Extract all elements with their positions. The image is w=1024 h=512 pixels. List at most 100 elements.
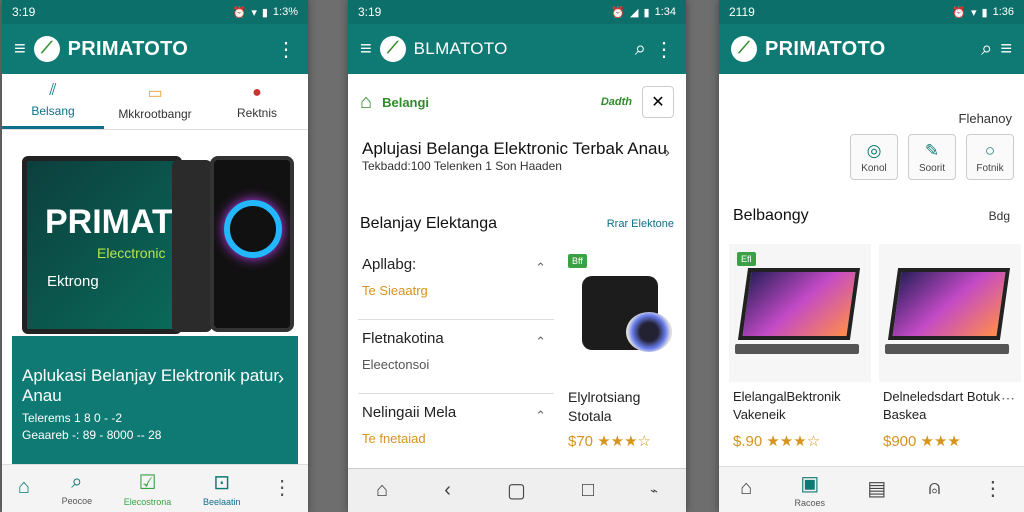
chevron-up-icon[interactable]: ⌃ — [535, 408, 546, 424]
house-icon: ⌂ — [360, 90, 373, 113]
product-price: $.90 ★★★☆ — [733, 433, 821, 450]
battery-icon: ▮ — [261, 6, 268, 19]
chip-konol[interactable]: ◎ Konol — [850, 134, 898, 180]
menu-icon[interactable]: ≡ — [360, 38, 372, 61]
nav-home[interactable]: ⌂ — [18, 476, 30, 501]
nav-notifications[interactable]: ⊡ Beelaatin — [203, 470, 241, 507]
wifi-icon: ▾ — [251, 6, 257, 19]
tab-rektnis[interactable]: ● Rektnis — [206, 74, 308, 129]
product-card[interactable]: Efl ElelangalBektronik Vakeneik $.90 ★★★… — [729, 244, 871, 466]
assistant-icon[interactable]: ⌁ — [650, 483, 658, 499]
list-item[interactable]: Apllabg: Te Sieaatrg ⌃ — [358, 246, 554, 320]
nav-wallet[interactable]: ▤ — [867, 476, 886, 503]
brand-right: Dadth — [600, 96, 632, 108]
close-icon[interactable]: ✕ — [642, 86, 674, 118]
logo-icon: ⟋ — [33, 36, 60, 62]
status-right: 1:3% — [272, 6, 298, 18]
chip-label: Soorit — [918, 162, 946, 174]
calendar-icon: ▣ — [800, 473, 820, 495]
product-title: Delneledsdart Botuk Baskea — [883, 389, 1001, 422]
chip-soorit[interactable]: ✎ Soorit — [908, 134, 956, 180]
nav-electronics[interactable]: ☑ Elecostrona — [124, 470, 172, 507]
chevron-up-icon[interactable]: ⌃ — [535, 260, 546, 276]
chip-fotnik[interactable]: ○ Fotnik — [966, 134, 1014, 180]
status-icons: ⏰ ▾ ▮ 1:36 — [952, 6, 1014, 19]
tab-label: Rektnis — [236, 105, 277, 120]
alarm-icon: ⏰ — [611, 6, 626, 19]
tab-belsang[interactable]: ⫽ Belsang — [2, 74, 104, 129]
tab-label: Mkkrootbangr — [118, 106, 192, 121]
tag-icon: ▭ — [147, 84, 163, 102]
chevron-right-icon[interactable]: › — [278, 368, 284, 389]
intro-title: Aplujasi Belanga Elektronic Terbak Anau — [362, 139, 667, 158]
category-tabs: ⫽ Belsang ▭ Mkkrootbangr ● Rektnis — [2, 74, 308, 130]
list-item[interactable]: Fletnakotina Eleectonsoi ⌃ — [358, 320, 554, 394]
section-link[interactable]: Bdg — [989, 209, 1010, 223]
section-header: Belbaongy Bdg — [719, 194, 1024, 238]
app-bar: ≡ ⟋ BLMATOTO ⌕ ⋮ — [348, 24, 686, 74]
list-item-sub: Eleectonsoi — [362, 357, 430, 372]
list-item-title: Fletnakotina — [362, 330, 444, 347]
nav-label: Racoes — [794, 498, 826, 508]
alarm-icon: ⏰ — [232, 6, 247, 19]
alarm-icon: ⏰ — [952, 6, 966, 19]
nav-profile[interactable]: ⍝ — [929, 477, 941, 502]
search-icon[interactable]: ⌕ — [981, 38, 992, 61]
more-horiz-icon[interactable]: ⋯ — [1001, 390, 1015, 407]
intro-card[interactable]: Aplujasi Belanga Elektronic Terbak Anau … — [348, 130, 686, 204]
menu-icon[interactable]: ≡ — [1000, 38, 1012, 61]
status-bar: 3:19 ⏰ ▾ ▮ 1:3% — [2, 0, 308, 24]
nav-search[interactable]: ⌕ Peocoe — [62, 471, 93, 506]
chevron-right-icon[interactable]: › — [665, 144, 670, 162]
back-icon[interactable]: ‹ — [444, 479, 451, 502]
category-list: Apllabg: Te Sieaatrg ⌃ Fletnakotina Elee… — [358, 246, 554, 468]
more-vert-icon[interactable]: ⋮ — [276, 37, 296, 62]
nav-more[interactable]: ⋮ — [983, 476, 1003, 503]
nav-more[interactable]: ⋮ — [272, 475, 292, 502]
app-title: BLMATOTO — [413, 39, 508, 58]
hero-sub: Elecctronic — [97, 245, 166, 261]
edit-icon: ✎ — [924, 140, 940, 160]
nav-label: Beelaatin — [202, 497, 241, 507]
square-icon[interactable]: □ — [582, 479, 594, 502]
phone-screen-3: 2119 ⏰ ▾ ▮ 1:36 ⟋ PRIMATOTO ⌕ ≡ Flehanoy… — [719, 0, 1024, 512]
search-icon[interactable]: ⌕ — [635, 38, 646, 61]
menu-icon[interactable]: ≡ — [14, 38, 26, 61]
laptop-image — [879, 244, 1021, 382]
tab-mkkrootbangr[interactable]: ▭ Mkkrootbangr — [104, 74, 206, 129]
list-item[interactable]: Nelingaii Mela Te fnetaiad ⌃ — [358, 394, 554, 468]
chevron-up-icon[interactable]: ⌃ — [535, 334, 546, 350]
bottom-nav: ⌂ ▣ Racoes ▤ ⍝ ⋮ — [719, 466, 1024, 512]
list-item-sub: Te fnetaiad — [362, 431, 426, 446]
section-header: Belanjay Elektanga Rrar Elektone — [348, 204, 686, 244]
product-title: ElelangalBektronik Vakeneik — [733, 389, 841, 422]
hero-brand2: Ektrong — [47, 273, 99, 290]
logo-icon: ⟋ — [731, 36, 757, 62]
overview-icon[interactable]: ▢ — [507, 478, 526, 503]
section-link[interactable]: Rrar Elektone — [607, 218, 674, 230]
product-card[interactable]: Delneledsdart Botuk Baskea $900 ★★★ ⋯ — [879, 244, 1021, 466]
nav-recent[interactable]: ▣ Racoes — [795, 471, 826, 508]
search-icon: ⌕ — [71, 471, 83, 493]
banner-line-1: Telerems 1 8 0 - -2 — [22, 411, 123, 425]
brand-row: ⌂ Belangi Dadth ✕ — [348, 74, 686, 130]
hero-banner[interactable]: PRIMAT Elecctronic Ektrong Aplukasi Bela… — [2, 132, 308, 466]
app-bar: ⟋ PRIMATOTO ⌕ ≡ — [719, 24, 1024, 74]
product-grid: Efl ElelangalBektronik Vakeneik $.90 ★★★… — [729, 244, 1024, 466]
product-card[interactable]: Bff Elylrotsiang Stotala $70 ★★★☆ — [562, 246, 680, 468]
top-label: Flehanoy — [958, 111, 1012, 126]
promo-banner[interactable]: Aplukasi Belanjay Elektronik patur Anau … — [12, 336, 298, 466]
camera-icon: ◎ — [866, 140, 882, 160]
more-vert-icon[interactable]: ⋮ — [654, 37, 674, 62]
app-bar: ≡ ⟋ PRIMATOTO ⋮ — [2, 24, 308, 74]
list-item-sub: Te Sieaatrg — [362, 283, 428, 298]
home-icon[interactable]: ⌂ — [376, 479, 388, 502]
status-bar: 3:19 ⏰ ◢ ▮ 1:34 — [348, 0, 686, 24]
nav-home[interactable]: ⌂ — [740, 477, 752, 502]
app-title: PRIMATOTO — [765, 37, 886, 60]
tablet-image: PRIMAT Elecctronic Ektrong — [22, 156, 182, 334]
status-bar: 2119 ⏰ ▾ ▮ 1:36 — [719, 0, 1024, 24]
status-icons: ⏰ ▾ ▮ 1:3% — [233, 6, 298, 19]
product-badge: Bff — [568, 254, 587, 268]
chip-label: Fotnik — [976, 162, 1004, 174]
